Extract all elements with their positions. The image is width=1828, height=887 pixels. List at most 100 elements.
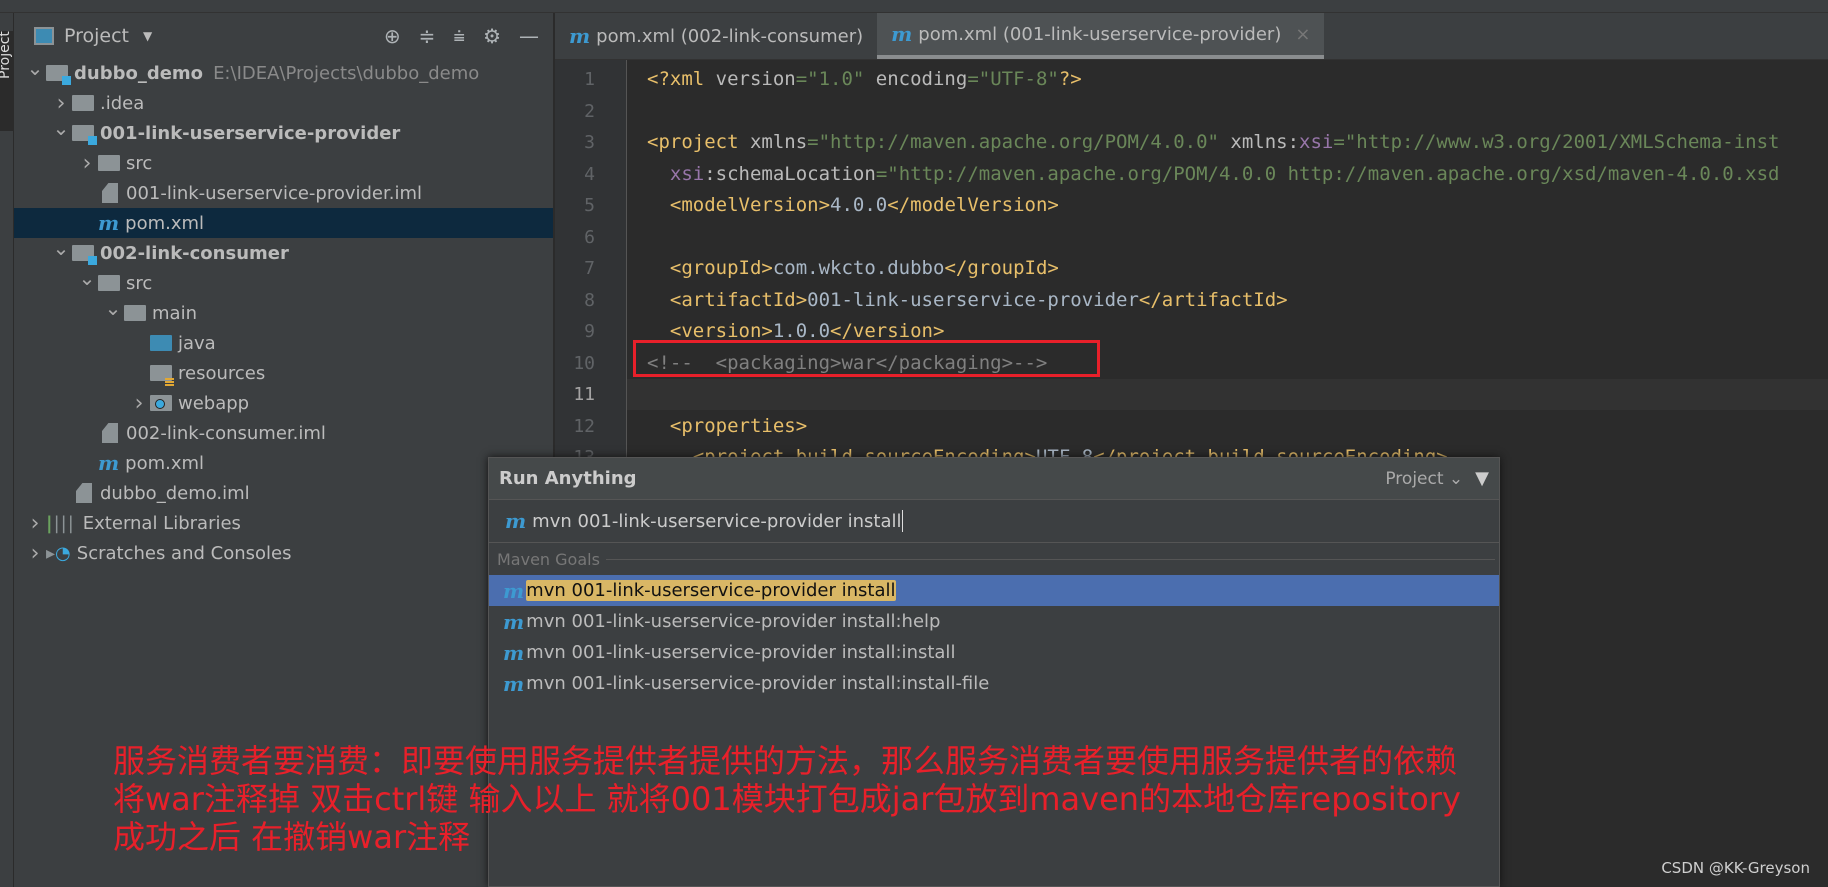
tree-item-label: src: [126, 272, 153, 294]
filter-icon[interactable]: ▼: [1475, 468, 1489, 489]
chevron-right-icon[interactable]: ›: [50, 91, 72, 116]
chevron-down-icon[interactable]: ⌄: [50, 116, 72, 140]
code-token: <artifactId>: [669, 288, 808, 311]
project-panel: Project ▼ ⊕ ≑ ⩧ ⚙ — ⌄ dubbo_demo E:\IDEA\P…: [14, 13, 554, 887]
result-item[interactable]: m mvn 001-link-userservice-provider insta…: [489, 575, 1499, 606]
chevron-right-icon[interactable]: ›: [76, 151, 98, 176]
editor-tab[interactable]: m pom.xml (002-link-consumer): [555, 13, 877, 59]
result-item[interactable]: m mvn 001-link-userservice-provider insta…: [489, 606, 1499, 637]
tree-item-label: resources: [178, 362, 266, 384]
line-number: 10: [573, 352, 595, 374]
maven-icon: m: [98, 211, 120, 235]
project-view-selector[interactable]: Project: [64, 25, 129, 47]
tree-item[interactable]: › .idea: [14, 88, 553, 118]
chevron-down-icon[interactable]: ▼: [143, 29, 152, 43]
current-line-highlight: [627, 379, 1828, 410]
chevron-down-icon[interactable]: ⌄: [76, 266, 98, 290]
title-bar: [0, 0, 1828, 13]
close-icon[interactable]: ×: [1295, 24, 1310, 45]
code-token: xsi: [1299, 131, 1334, 153]
tree-item-label: dubbo_demo.iml: [100, 482, 250, 504]
folder-icon: [124, 305, 146, 321]
code-token: </modelVersion>: [887, 194, 1059, 216]
tree-item[interactable]: 001-link-userservice-provider.iml: [14, 178, 553, 208]
tree-item[interactable]: › src: [14, 148, 553, 178]
scratches-icon: ▸◔: [46, 542, 71, 564]
minimize-icon[interactable]: —: [519, 24, 539, 48]
tree-item-label: 001-link-userservice-provider: [100, 122, 401, 144]
code-token: ="http://www.w3.org/2001/XMLSchema-inst: [1333, 131, 1780, 153]
project-tree: ⌄ dubbo_demo E:\IDEA\Projects\dubbo_demo ›.…: [14, 56, 553, 568]
chevron-right-icon[interactable]: ›: [24, 511, 46, 536]
code-token: xsi: [669, 162, 705, 185]
editor-tabs: m pom.xml (002-link-consumer) m pom.xml (00…: [555, 13, 1828, 60]
tree-item-label: 002-link-consumer: [100, 242, 289, 264]
result-item[interactable]: m mvn 001-link-userservice-provider insta…: [489, 668, 1499, 699]
maven-icon: m: [503, 609, 525, 634]
line-number: 5: [584, 195, 595, 216]
tree-item[interactable]: ⌄ src: [14, 266, 553, 298]
code-token: </artifactId>: [1138, 288, 1288, 311]
tree-item[interactable]: dubbo_demo.iml: [14, 478, 553, 508]
code-token: </groupId>: [944, 257, 1059, 279]
collapse-all-icon[interactable]: ⩧: [453, 24, 465, 48]
input-value[interactable]: mvn 001-link-userservice-provider instal…: [532, 511, 901, 532]
line-number: 12: [573, 415, 595, 437]
tree-item[interactable]: ⌄ 001-link-userservice-provider: [14, 116, 553, 148]
tab-label: pom.xml (001-link-userservice-provider): [918, 23, 1282, 45]
tree-item[interactable]: m pom.xml: [14, 448, 553, 478]
expand-all-icon[interactable]: ≑: [419, 24, 436, 48]
run-anything-input[interactable]: m mvn 001-link-userservice-provider inst…: [489, 500, 1499, 543]
popup-title: Run Anything: [499, 468, 637, 489]
tree-item-label: External Libraries: [82, 512, 241, 534]
tree-item-label: Scratches and Consoles: [76, 542, 292, 564]
tree-item[interactable]: 002-link-consumer.iml: [14, 418, 553, 448]
module-folder-icon: [72, 125, 97, 145]
result-item-label: mvn 001-link-userservice-provider instal…: [526, 673, 990, 694]
tree-item[interactable]: resources: [14, 358, 553, 388]
tree-item[interactable]: › |||| External Libraries: [14, 508, 553, 538]
tree-item[interactable]: java: [14, 328, 553, 358]
scope-dropdown[interactable]: Project ⌄: [1385, 469, 1463, 489]
result-item-label: mvn 001-link-userservice-provider instal…: [526, 611, 941, 632]
chevron-down-icon[interactable]: ⌄: [102, 296, 124, 320]
code-token: </version>: [830, 320, 945, 342]
chevron-down-icon[interactable]: ⌄: [24, 56, 46, 80]
code-token: <modelVersion>: [669, 194, 831, 216]
locate-icon[interactable]: ⊕: [384, 24, 401, 48]
chevron-right-icon[interactable]: ›: [24, 541, 46, 566]
code-line: xsi:schemaLocation="http://maven.apache.…: [647, 159, 1780, 190]
chevron-down-icon[interactable]: ⌄: [50, 236, 72, 260]
tree-item-path: E:\IDEA\Projects\dubbo_demo: [213, 62, 480, 84]
line-number: 9: [584, 321, 595, 342]
code-token: :schemaLocation: [704, 162, 876, 185]
result-item[interactable]: m mvn 001-link-userservice-provider insta…: [489, 637, 1499, 668]
code-line: <properties>: [647, 411, 807, 442]
tree-item-label: webapp: [178, 392, 250, 414]
folder-icon: [150, 335, 172, 351]
tree-item-label: dubbo_demo: [74, 62, 204, 84]
editor-tab[interactable]: m pom.xml (001-link-userservice-provider)…: [877, 13, 1325, 59]
line-number: 4: [584, 163, 595, 185]
result-list: m mvn 001-link-userservice-provider insta…: [489, 575, 1499, 699]
tree-item[interactable]: › webapp: [14, 388, 553, 418]
gear-icon[interactable]: ⚙: [483, 24, 501, 48]
tree-item[interactable]: ⌄ main: [14, 296, 553, 328]
project-tool-window-button[interactable]: Project: [0, 31, 14, 131]
code-token: 4.0.0: [830, 194, 888, 216]
tree-item[interactable]: m pom.xml: [14, 208, 553, 238]
tree-item-label: main: [152, 302, 197, 324]
tree-item[interactable]: ⌄ dubbo_demo E:\IDEA\Projects\dubbo_demo: [14, 56, 553, 88]
code-token: ="1.0": [795, 68, 876, 90]
tree-item[interactable]: › ▸◔ Scratches and Consoles: [14, 538, 553, 568]
line-number: 2: [584, 100, 595, 122]
project-icon: [34, 26, 54, 45]
code-line: <project xmlns="http://maven.apache.org/…: [647, 127, 1780, 158]
tree-item[interactable]: ⌄ 002-link-consumer: [14, 236, 553, 268]
chevron-right-icon[interactable]: ›: [128, 391, 150, 416]
folder-icon: [150, 365, 174, 386]
code-token: com.wkcto.dubbo: [772, 257, 945, 279]
highlight-box: [633, 340, 1100, 377]
